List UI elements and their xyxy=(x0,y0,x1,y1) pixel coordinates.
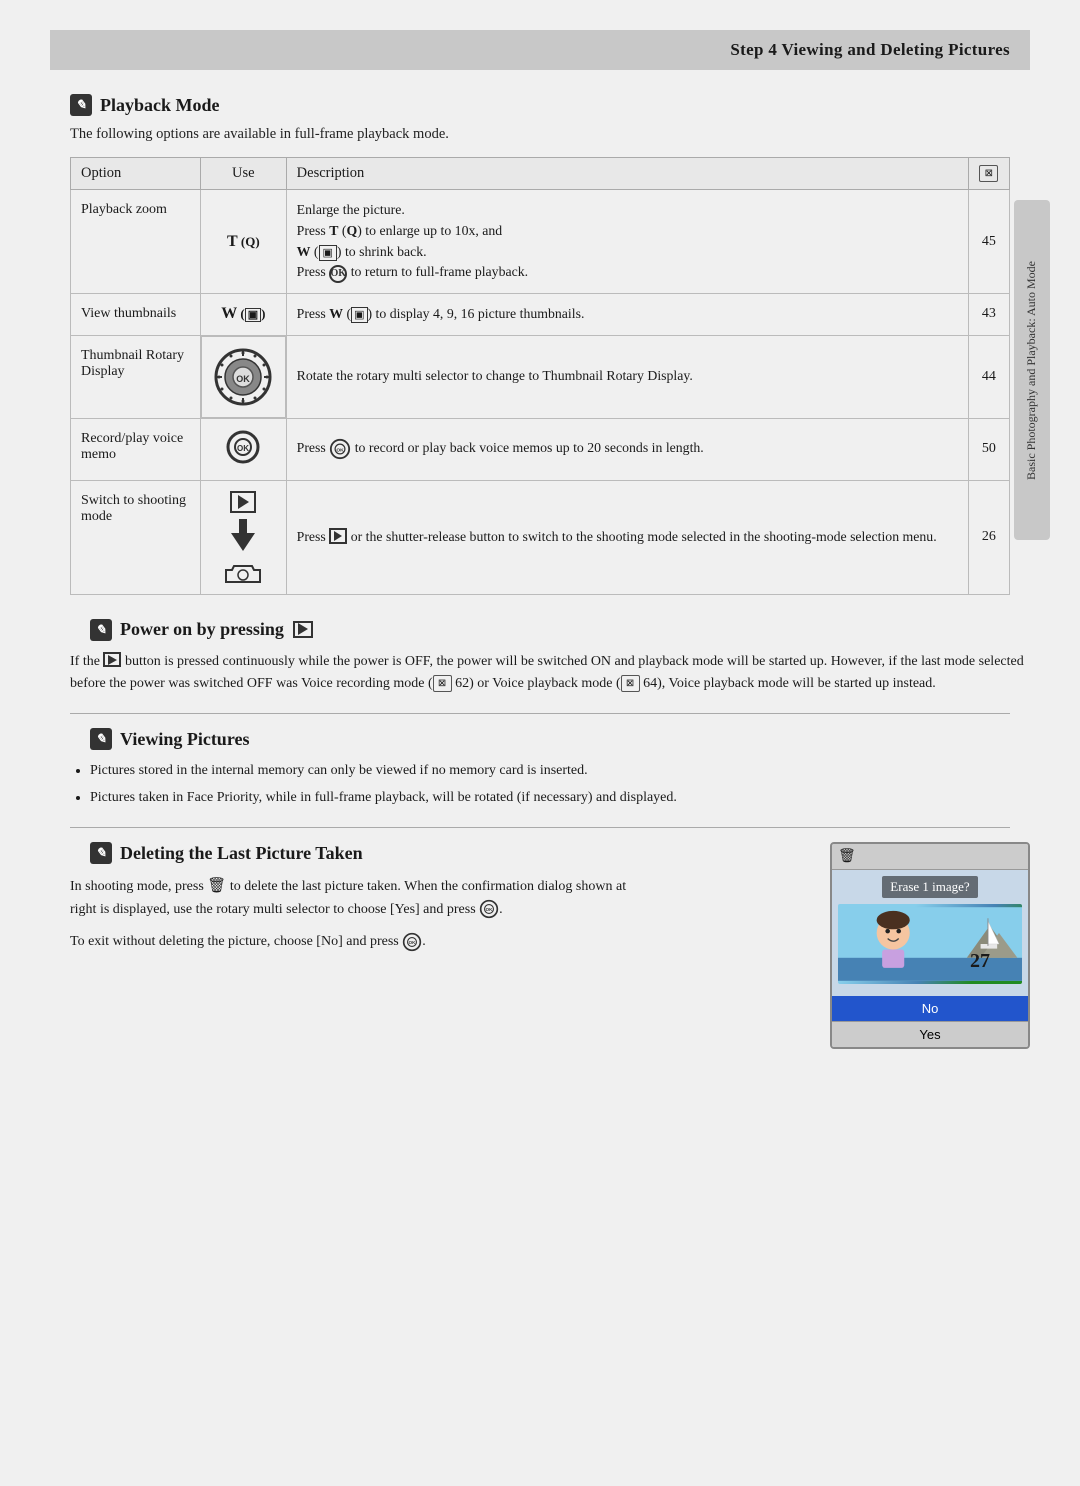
play-box-icon xyxy=(230,491,256,513)
svg-text:OK: OK xyxy=(237,374,251,384)
dialog-image xyxy=(838,904,1022,984)
desc-cell-shoot: Press or the shutter-release button to s… xyxy=(286,480,968,594)
dialog-top-bar: 🗑 xyxy=(832,844,1028,870)
power-section: ✎ Power on by pressing If the button is … xyxy=(70,619,1030,696)
dialog-yes-button[interactable]: Yes xyxy=(832,1021,1028,1047)
use-cell-shoot xyxy=(201,480,287,594)
playback-section-title: ✎ Playback Mode xyxy=(70,94,1030,116)
svg-text:OK: OK xyxy=(337,448,345,454)
ok-icon-inline: OK xyxy=(479,899,499,919)
col-description: Description xyxy=(286,158,968,190)
side-tab-text: Basic Photography and Playback: Auto Mod… xyxy=(1024,261,1040,480)
ok-btn-small: OK xyxy=(329,265,347,283)
viewing-bullets: Pictures stored in the internal memory c… xyxy=(90,760,1030,809)
list-item: Pictures stored in the internal memory c… xyxy=(90,760,1030,782)
ok-button-icon: OK xyxy=(225,429,261,465)
book-reference-icon: ⊠ xyxy=(979,165,998,182)
deleting-text1: In shooting mode, press 🗑 to delete the … xyxy=(70,874,630,921)
svg-text:OK: OK xyxy=(237,444,249,453)
arrow-down-icon xyxy=(229,519,257,556)
use-cell-rotary: OK xyxy=(201,336,286,418)
svg-text:OK: OK xyxy=(409,940,416,945)
camera-outline-icon xyxy=(224,562,262,584)
divider2 xyxy=(70,827,1010,828)
power-icon: ✎ xyxy=(90,619,112,641)
power-title: ✎ Power on by pressing xyxy=(90,619,1030,641)
rotary-dial-icon: OK xyxy=(213,347,273,407)
list-item: Pictures taken in Face Priority, while i… xyxy=(90,787,1030,809)
option-cell-voice: Record/play voicememo xyxy=(71,418,201,480)
page-number: 27 xyxy=(970,950,990,973)
option-cell-shoot: Switch to shootingmode xyxy=(71,480,201,594)
dialog-scene-svg xyxy=(838,904,1022,984)
page-ref-shoot: 26 xyxy=(968,480,1009,594)
desc-cell-rotary: Rotate the rotary multi selector to chan… xyxy=(286,335,968,418)
ok-icon-inline2: OK xyxy=(402,932,422,952)
use-cell-playback-zoom: T (Q) xyxy=(201,190,287,294)
table-row: Record/play voicememo OK Press OK to rec… xyxy=(71,418,1010,480)
power-play-icon xyxy=(293,621,313,638)
table-row: Switch to shootingmode xyxy=(71,480,1010,594)
desc-cell-thumbnails: Press W (▣) to display 4, 9, 16 picture … xyxy=(286,293,968,335)
col-use: Use xyxy=(201,158,287,190)
options-table: Option Use Description ⊠ Playback zoom T… xyxy=(70,157,1010,595)
deleting-text2: To exit without deleting the picture, ch… xyxy=(70,931,630,953)
page-ref-rotary: 44 xyxy=(968,335,1009,418)
dialog-erase-text: Erase 1 image? xyxy=(882,876,977,898)
deleting-icon: ✎ xyxy=(90,842,112,864)
use-cell-thumbnails: W (▣) xyxy=(201,293,287,335)
option-cell-rotary: Thumbnail RotaryDisplay xyxy=(71,335,201,418)
option-cell-playback-zoom: Playback zoom xyxy=(71,190,201,294)
ok-inline-icon: OK xyxy=(329,438,351,460)
desc-cell-playback-zoom: Enlarge the picture. Press T (Q) to enla… xyxy=(286,190,968,294)
table-row: Thumbnail RotaryDisplay OK xyxy=(71,335,1010,418)
svg-text:OK: OK xyxy=(486,908,493,913)
intro-text: The following options are available in f… xyxy=(70,126,1030,143)
page-ref-voice: 50 xyxy=(968,418,1009,480)
power-text: If the button is pressed continuously wh… xyxy=(70,651,1030,696)
option-cell-thumbnails: View thumbnails xyxy=(71,293,201,335)
deleting-section: ✎ Deleting the Last Picture Taken 🗑 Eras… xyxy=(70,842,1030,953)
dialog-buttons: No Yes xyxy=(832,996,1028,1047)
trash-icon: 🗑 xyxy=(838,848,856,865)
viewing-title: ✎ Viewing Pictures xyxy=(90,728,1030,750)
desc-cell-voice: Press OK to record or play back voice me… xyxy=(286,418,968,480)
use-cell-voice: OK xyxy=(201,418,287,480)
page-ref-thumbnails: 43 xyxy=(968,293,1009,335)
page-header: Step 4 Viewing and Deleting Pictures xyxy=(50,30,1030,70)
table-row: Playback zoom T (Q) Enlarge the picture.… xyxy=(71,190,1010,294)
viewing-icon: ✎ xyxy=(90,728,112,750)
dialog-content: Erase 1 image? xyxy=(832,870,1028,996)
table-row: View thumbnails W (▣) Press W (▣) to dis… xyxy=(71,293,1010,335)
col-option: Option xyxy=(71,158,201,190)
camera-dialog: 🗑 Erase 1 image? xyxy=(830,842,1030,1049)
playback-icon: ✎ xyxy=(70,94,92,116)
col-page: ⊠ xyxy=(968,158,1009,190)
dialog-no-button[interactable]: No xyxy=(832,996,1028,1021)
header-title: Step 4 Viewing and Deleting Pictures xyxy=(730,40,1010,59)
playback-mode-section: ✎ Playback Mode The following options ar… xyxy=(50,94,1030,595)
divider xyxy=(70,713,1010,714)
page-ref-playback-zoom: 45 xyxy=(968,190,1009,294)
viewing-section: ✎ Viewing Pictures Pictures stored in th… xyxy=(70,728,1030,809)
side-tab: Basic Photography and Playback: Auto Mod… xyxy=(1014,200,1050,540)
